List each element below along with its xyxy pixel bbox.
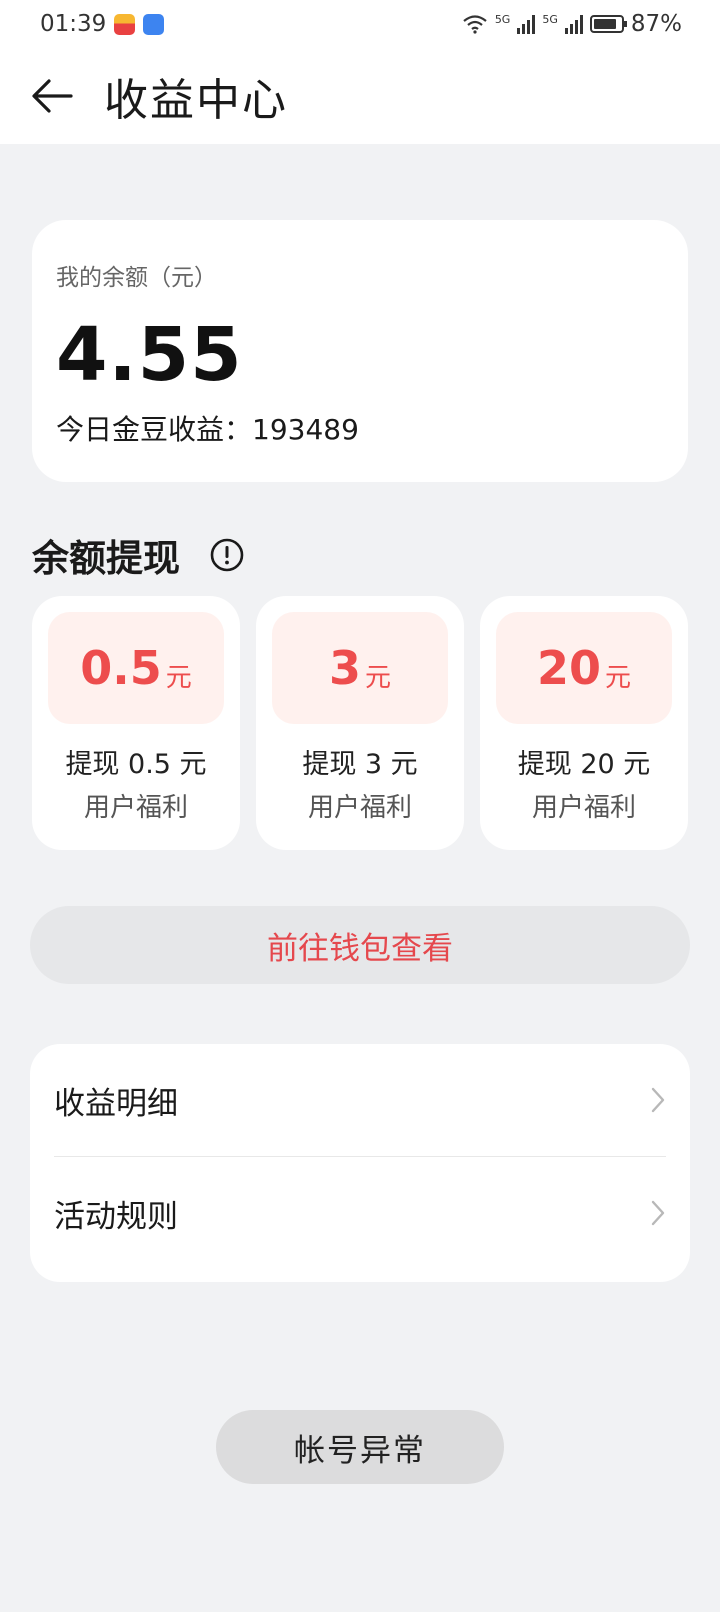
status-left: 01:39 — [40, 11, 165, 37]
option-amount: 0.5 — [80, 641, 162, 695]
notification-app-icon — [143, 13, 165, 35]
menu-item-earnings-detail[interactable]: 收益明细 — [54, 1044, 666, 1156]
option-unit: 元 — [605, 662, 632, 693]
chevron-right-icon — [651, 1087, 665, 1113]
account-anomaly-button[interactable]: 帐号异常 — [216, 1410, 504, 1484]
withdraw-title: 余额提现 — [32, 537, 180, 580]
option-title: 提现 3 元 — [302, 749, 418, 780]
menu-item-activity-rules[interactable]: 活动规则 — [54, 1157, 666, 1269]
withdraw-options: 0.5 元 提现 0.5 元 用户福利 3元 提现 3 元 用户福利 20 元 提现… — [32, 596, 688, 850]
option-amount-box: 0.5 元 — [48, 612, 224, 724]
battery-icon — [589, 15, 627, 33]
option-amount: 20 — [536, 641, 601, 695]
balance-label: 我的余额（元） — [56, 265, 217, 291]
battery-percent: 87% — [630, 11, 682, 37]
option-amount: 3 — [328, 641, 361, 695]
withdraw-option-20[interactable]: 20 元 提现 20 元 用户福利 — [480, 596, 688, 850]
option-subtitle: 用户福利 — [83, 793, 188, 823]
withdraw-section-title: 余额提现 — [32, 528, 244, 582]
signal-1-label: 5G — [494, 12, 511, 26]
balance-card: 我的余额（元） 4.55 今日金豆收益：193489 — [32, 220, 688, 482]
withdraw-option-3[interactable]: 3元 提现 3 元 用户福利 — [256, 596, 464, 850]
chevron-right-icon — [651, 1200, 665, 1226]
page-header: 收益中心 — [0, 48, 720, 144]
info-button[interactable] — [210, 538, 244, 572]
option-title: 提现 0.5 元 — [65, 749, 207, 780]
option-amount-box: 20 元 — [496, 612, 672, 724]
balance-value: 4.55 — [56, 312, 243, 398]
wifi-icon — [463, 15, 487, 34]
withdraw-option-0-5[interactable]: 0.5 元 提现 0.5 元 用户福利 — [32, 596, 240, 850]
today-earnings-value: 193489 — [252, 413, 359, 446]
today-earnings-label: 今日金豆收益： — [56, 413, 253, 446]
arrow-left-icon — [32, 79, 73, 113]
menu-item-label: 收益明细 — [54, 1085, 178, 1122]
status-bar: 01:39 5G 5G 87% — [0, 0, 720, 48]
page-title: 收益中心 — [104, 75, 288, 126]
notification-app-icon — [114, 13, 136, 35]
menu-list: 收益明细 活动规则 — [30, 1044, 690, 1282]
go-to-wallet-button[interactable]: 前往钱包查看 — [30, 906, 690, 984]
today-earnings: 今日金豆收益：193489 — [56, 408, 664, 448]
signal-2-label: 5G — [542, 12, 558, 26]
option-title: 提现 20 元 — [517, 749, 651, 780]
exclamation-circle-icon — [210, 538, 244, 572]
status-right: 5G 5G 87% — [462, 11, 682, 37]
option-unit: 元 — [365, 662, 392, 693]
option-subtitle: 用户福利 — [307, 793, 412, 823]
menu-item-label: 活动规则 — [54, 1198, 178, 1235]
option-subtitle: 用户福利 — [531, 793, 636, 823]
signal-2-icon — [564, 14, 583, 34]
option-amount-box: 3元 — [272, 612, 448, 724]
status-time: 01:39 — [40, 11, 107, 37]
option-unit: 元 — [165, 662, 192, 693]
signal-1-icon — [517, 14, 536, 34]
back-button[interactable] — [0, 48, 104, 144]
